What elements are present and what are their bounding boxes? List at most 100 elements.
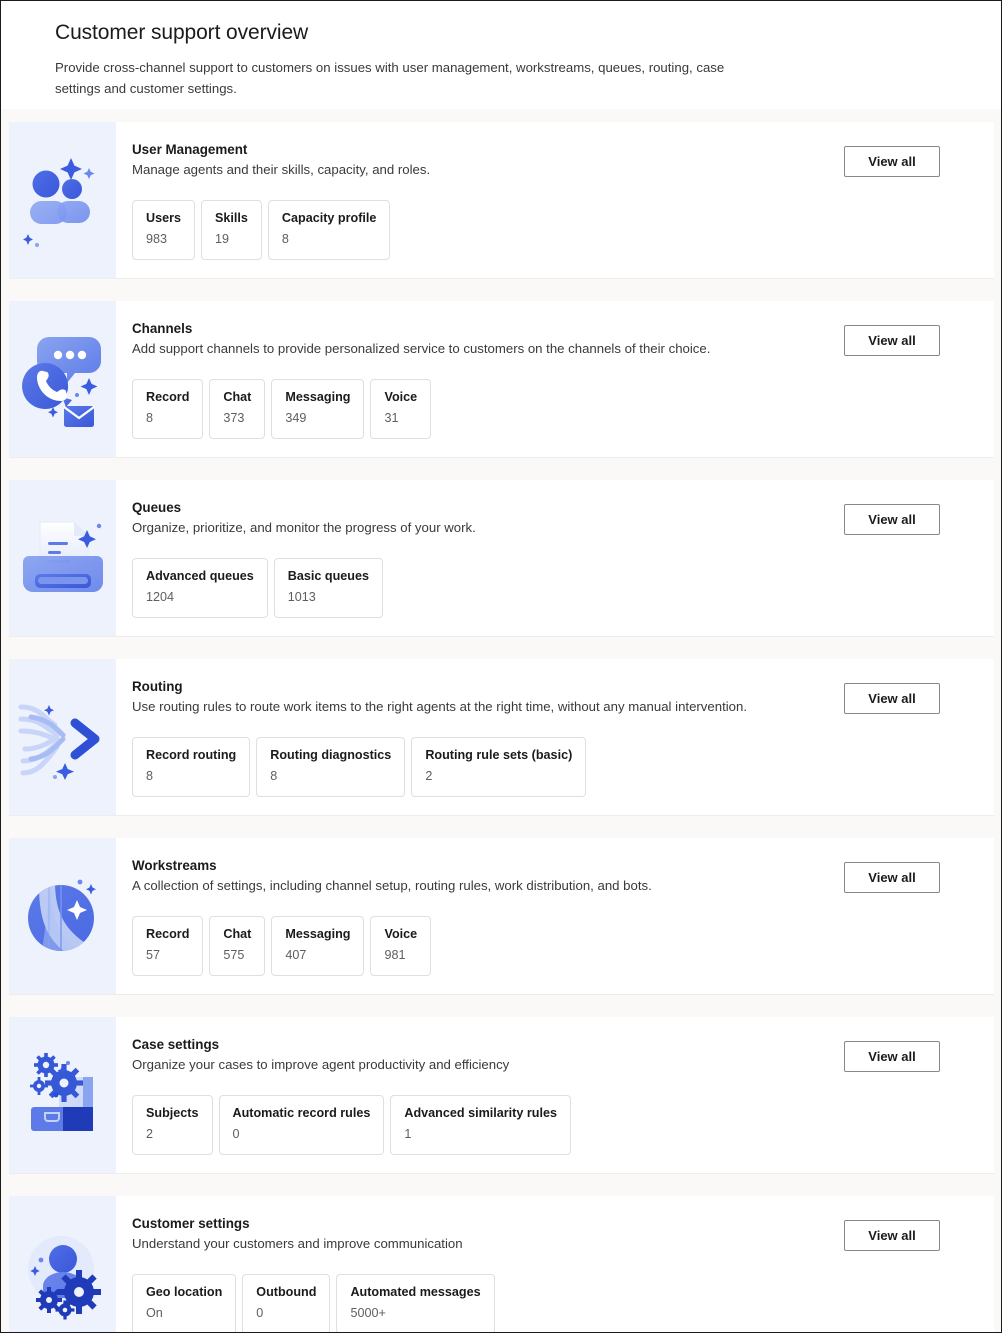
overview-card: Case settings Organize your cases to impr…: [9, 1017, 994, 1174]
stat-tile-label: Chat: [223, 390, 252, 404]
stat-tile[interactable]: Messaging 407: [271, 916, 365, 976]
view-all-button[interactable]: View all: [844, 146, 940, 177]
card-body: User Management Manage agents and their s…: [116, 122, 994, 278]
chat-phone-mail-icon: [9, 301, 116, 457]
document-tray-icon: [9, 480, 116, 636]
card-divider: [1, 995, 1001, 1017]
toolbox-gears-icon: [9, 1017, 116, 1173]
stat-tile-label: Routing diagnostics: [270, 748, 392, 762]
card-description: Organize your cases to improve agent pro…: [132, 1057, 510, 1072]
stat-tile[interactable]: Record 57: [132, 916, 204, 976]
card-content: Customer settings Understand your custome…: [132, 1214, 830, 1332]
stat-tile[interactable]: Skills 19: [201, 200, 262, 260]
card-title: Channels: [132, 321, 193, 336]
stat-tile-value: On: [146, 1306, 163, 1320]
stat-tile-label: Automatic record rules: [232, 1106, 371, 1120]
card-description: Manage agents and their skills, capacity…: [132, 162, 431, 177]
view-all-button[interactable]: View all: [844, 862, 940, 893]
card-body: Customer settings Understand your custome…: [116, 1196, 994, 1332]
people-icon: [9, 122, 116, 278]
stat-tile-value: 1: [404, 1127, 412, 1141]
card-divider: [1, 1174, 1001, 1196]
stat-tile-label: Messaging: [285, 927, 351, 941]
stat-tile-label: Outbound: [256, 1285, 317, 1299]
stat-tile-value: 57: [146, 948, 161, 962]
stat-tile-label: Record: [146, 390, 190, 404]
stat-tile[interactable]: Outbound 0: [242, 1274, 331, 1332]
card-description: Use routing rules to route work items to…: [132, 699, 747, 714]
stat-tile[interactable]: Geo location On: [132, 1274, 237, 1332]
sphere-stream-icon: [9, 838, 116, 994]
page-root: Customer support overview Provide cross-…: [1, 1, 1001, 1332]
card-divider: [1, 458, 1001, 480]
card-description: A collection of settings, including chan…: [132, 878, 652, 893]
view-all-button[interactable]: View all: [844, 683, 940, 714]
stat-tile-group: Subjects 2 Automatic record rules 0 Advanced…: [132, 1095, 830, 1155]
stat-tile-label: Automated messages: [350, 1285, 481, 1299]
view-all-container: View all: [830, 1035, 994, 1155]
view-all-container: View all: [830, 1214, 994, 1332]
stat-tile-value: 575: [223, 948, 245, 962]
card-body: Case settings Organize your cases to impr…: [116, 1017, 994, 1173]
stat-tile-value: 373: [223, 411, 245, 425]
stat-tile-label: Record routing: [146, 748, 237, 762]
stat-tile[interactable]: Advanced queues 1204: [132, 558, 268, 618]
stat-tile-label: Basic queues: [287, 569, 369, 583]
view-all-container: View all: [830, 856, 994, 976]
stat-tile[interactable]: Voice 31: [370, 379, 432, 439]
stat-tile-value: 31: [384, 411, 399, 425]
card-description: Understand your customers and improve co…: [132, 1236, 463, 1251]
view-all-button[interactable]: View all: [844, 1041, 940, 1072]
stat-tile-group: Record 57 Chat 575 Messaging 407 Voice 981: [132, 916, 830, 976]
overview-card: Workstreams A collection of settings, inc…: [9, 838, 994, 995]
stat-tile-value: 19: [215, 232, 230, 246]
stat-tile[interactable]: Chat 575: [209, 916, 266, 976]
card-body: Queues Organize, prioritize, and monitor …: [116, 480, 994, 636]
card-divider: [1, 637, 1001, 659]
stat-tile-value: 0: [232, 1127, 240, 1141]
view-all-button[interactable]: View all: [844, 1220, 940, 1251]
stat-tile[interactable]: Record routing 8: [132, 737, 251, 797]
card-title: User Management: [132, 142, 248, 157]
stat-tile[interactable]: Automatic record rules 0: [218, 1095, 385, 1155]
stat-tile[interactable]: Record 8: [132, 379, 204, 439]
stat-tile-label: Skills: [215, 211, 248, 225]
stat-tile-group: Advanced queues 1204 Basic queues 1013: [132, 558, 830, 618]
card-list: User Management Manage agents and their s…: [1, 109, 1001, 1332]
card-description: Organize, prioritize, and monitor the pr…: [132, 520, 476, 535]
arrow-flow-icon: [9, 659, 116, 815]
view-all-button[interactable]: View all: [844, 504, 940, 535]
view-all-button[interactable]: View all: [844, 325, 940, 356]
card-title: Customer settings: [132, 1216, 250, 1231]
stat-tile-label: Subjects: [146, 1106, 199, 1120]
stat-tile[interactable]: Subjects 2: [132, 1095, 213, 1155]
stat-tile[interactable]: Voice 981: [370, 916, 432, 976]
card-content: Routing Use routing rules to route work i…: [132, 677, 830, 797]
card-divider: [1, 109, 1001, 122]
overview-card: Queues Organize, prioritize, and monitor …: [9, 480, 994, 637]
stat-tile[interactable]: Routing diagnostics 8: [256, 737, 406, 797]
stat-tile[interactable]: Capacity profile 8: [267, 200, 391, 260]
stat-tile[interactable]: Users 983: [132, 200, 196, 260]
card-description: Add support channels to provide personal…: [132, 341, 711, 356]
card-title: Case settings: [132, 1037, 220, 1052]
stat-tile-value: 0: [256, 1306, 264, 1320]
page-title: Customer support overview: [55, 21, 309, 44]
stat-tile[interactable]: Basic queues 1013: [273, 558, 383, 618]
stat-tile-label: Record: [146, 927, 190, 941]
stat-tile[interactable]: Routing rule sets (basic) 2: [411, 737, 587, 797]
stat-tile-value: 2: [425, 769, 433, 783]
stat-tile-label: Capacity profile: [281, 211, 377, 225]
stat-tile[interactable]: Automated messages 5000+: [336, 1274, 495, 1332]
stat-tile-value: 407: [285, 948, 307, 962]
stat-tile[interactable]: Chat 373: [209, 379, 266, 439]
stat-tile[interactable]: Messaging 349: [271, 379, 365, 439]
stat-tile-label: Voice: [384, 927, 418, 941]
overview-card: Routing Use routing rules to route work i…: [9, 659, 994, 816]
card-title: Routing: [132, 679, 183, 694]
view-all-container: View all: [830, 677, 994, 797]
stat-tile-value: 1204: [146, 590, 175, 604]
stat-tile-group: Geo location On Outbound 0 Automated message…: [132, 1274, 830, 1332]
card-title: Queues: [132, 500, 182, 515]
stat-tile[interactable]: Advanced similarity rules 1: [390, 1095, 571, 1155]
